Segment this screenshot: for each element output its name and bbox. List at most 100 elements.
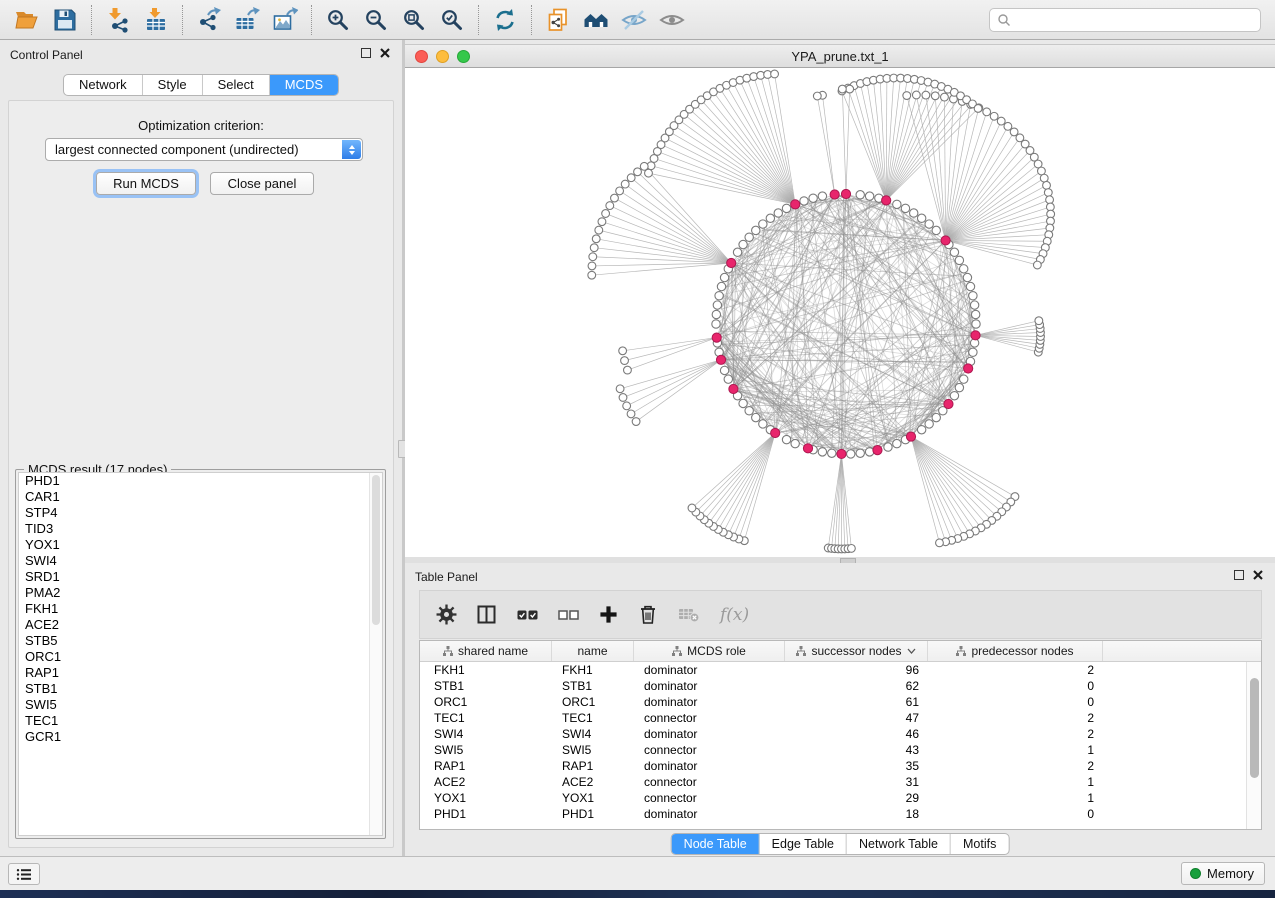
network-node[interactable] [970,301,978,309]
network-node[interactable] [713,301,721,309]
network-node[interactable] [828,449,836,457]
column-header-shared-name[interactable]: shared name [420,641,552,661]
network-node[interactable] [972,320,980,328]
network-node[interactable] [974,105,982,113]
mcds-node-item[interactable]: STB5 [19,633,382,649]
task-history-button[interactable] [8,863,40,885]
mcds-node-item[interactable]: ORC1 [19,649,382,665]
zoom-selected-button[interactable] [433,3,471,37]
network-node[interactable] [766,214,774,222]
network-node[interactable] [717,282,725,290]
network-node[interactable] [720,366,728,374]
export-image-button[interactable] [266,3,304,37]
network-node[interactable] [595,226,603,234]
network-canvas[interactable] [405,68,1275,557]
network-hub-node[interactable] [941,236,950,245]
network-hub-node[interactable] [882,196,891,205]
network-node[interactable] [846,85,854,93]
mcds-node-item[interactable]: SWI4 [19,553,382,569]
tab-mcds[interactable]: MCDS [270,75,338,95]
network-node[interactable] [759,420,767,428]
column-header-mcds-role[interactable]: MCDS role [634,641,785,661]
table-row[interactable]: RAP1RAP1dominator352 [420,758,1261,774]
network-node[interactable] [922,91,930,99]
network-node[interactable] [791,439,799,447]
tab-select[interactable]: Select [203,75,270,95]
mcds-result-list[interactable]: PHD1CAR1STP4TID3YOX1SWI4SRD1PMA2FKH1ACE2… [18,472,383,836]
column-header-successor-nodes[interactable]: successor nodes [785,641,928,661]
network-node[interactable] [619,394,627,402]
network-node[interactable] [950,392,958,400]
network-node[interactable] [621,357,629,365]
search-input[interactable] [1016,13,1253,27]
tab-network[interactable]: Network [64,75,143,95]
close-panel-icon[interactable] [380,48,390,58]
network-node[interactable] [971,310,979,318]
column-header-predecessor-nodes[interactable]: predecessor nodes [928,641,1103,661]
network-node[interactable] [960,375,968,383]
network-node[interactable] [606,202,614,210]
select-all-columns-button[interactable] [517,607,538,623]
network-node[interactable] [589,253,597,261]
table-row[interactable]: PHD1PHD1dominator180 [420,806,1261,822]
memory-button[interactable]: Memory [1181,862,1265,885]
network-node[interactable] [997,117,1005,125]
network-node[interactable] [910,209,918,217]
import-table-button[interactable] [137,3,175,37]
table-row[interactable]: ACE2ACE2connector311 [420,774,1261,790]
network-node[interactable] [590,244,598,252]
network-node[interactable] [901,204,909,212]
table-row[interactable]: FKH1FKH1dominator962 [420,662,1261,678]
network-node[interactable] [715,292,723,300]
close-panel-button[interactable]: Close panel [210,172,314,195]
network-node[interactable] [925,220,933,228]
mcds-node-item[interactable]: CAR1 [19,489,382,505]
network-node[interactable] [632,418,640,426]
network-node[interactable] [936,539,944,547]
network-node[interactable] [1043,181,1051,189]
duplicate-network-button[interactable] [539,3,577,37]
mcds-node-item[interactable]: RAP1 [19,665,382,681]
network-node[interactable] [813,92,821,100]
run-mcds-button[interactable]: Run MCDS [96,172,196,195]
network-hub-node[interactable] [841,189,850,198]
network-node[interactable] [712,320,720,328]
network-node[interactable] [739,240,747,248]
network-hub-node[interactable] [791,200,800,209]
mcds-node-item[interactable]: FKH1 [19,601,382,617]
network-node[interactable] [782,435,790,443]
close-panel-icon[interactable] [1253,570,1263,580]
network-node[interactable] [941,93,949,101]
export-table-button[interactable] [228,3,266,37]
network-node[interactable] [917,214,925,222]
network-node[interactable] [856,191,864,199]
network-node[interactable] [960,265,968,273]
network-window-titlebar[interactable]: YPA_prune.txt_1 [405,44,1275,68]
deselect-all-columns-button[interactable] [558,607,579,623]
network-node[interactable] [619,347,627,355]
network-node[interactable] [932,413,940,421]
table-settings-button[interactable] [436,604,457,625]
network-node[interactable] [950,248,958,256]
network-hub-node[interactable] [830,190,839,199]
first-neighbors-button[interactable] [577,3,615,37]
network-node[interactable] [688,504,696,512]
network-graph[interactable] [405,68,1273,557]
mcds-node-item[interactable]: SRD1 [19,569,382,585]
network-hub-node[interactable] [964,364,973,373]
table-row[interactable]: ORC1ORC1dominator610 [420,694,1261,710]
network-hub-node[interactable] [873,446,882,455]
mcds-node-item[interactable]: PMA2 [19,585,382,601]
network-node[interactable] [752,226,760,234]
tab-edge-table[interactable]: Edge Table [760,834,847,854]
export-network-button[interactable] [190,3,228,37]
network-hub-node[interactable] [729,384,738,393]
network-node[interactable] [774,209,782,217]
network-node[interactable] [955,256,963,264]
network-hub-node[interactable] [837,449,846,458]
network-node[interactable] [616,385,624,393]
network-node[interactable] [611,194,619,202]
table-row[interactable]: YOX1YOX1connector291 [420,790,1261,806]
network-node[interactable] [969,348,977,356]
network-node[interactable] [818,192,826,200]
